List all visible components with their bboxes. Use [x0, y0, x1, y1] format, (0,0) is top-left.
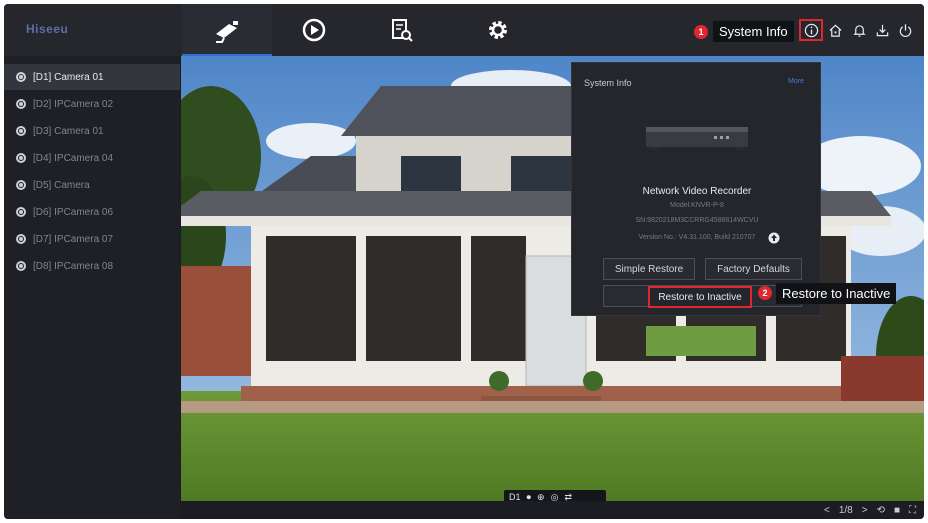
file-search-icon — [392, 19, 413, 42]
camera-item-d1[interactable]: [D1] Camera 01 — [4, 64, 180, 90]
playback-icon — [302, 18, 326, 42]
system-info-popup: System Info More Network Video Recorder … — [571, 62, 821, 316]
upgrade-icon[interactable] — [768, 232, 780, 244]
camera-label: [D4] IPCamera 04 — [33, 152, 114, 164]
camera-status-icon — [16, 72, 26, 82]
camera-status-icon — [16, 207, 26, 217]
camera-status-icon — [16, 180, 26, 190]
camera-label: [D1] Camera 01 — [33, 71, 104, 83]
restore-to-inactive-button[interactable]: Restore to Inactive — [648, 286, 752, 308]
camera-status-icon — [16, 234, 26, 244]
camera-icon — [216, 21, 238, 43]
camera-status-icon — [16, 153, 26, 163]
page-indicator: 1/8 — [838, 504, 853, 516]
device-name: Network Video Recorder — [642, 186, 752, 197]
tab-playback[interactable] — [269, 4, 359, 56]
camera-status-icon — [16, 261, 26, 271]
download-icon[interactable] — [873, 21, 891, 39]
camera-item-d4[interactable]: [D4] IPCamera 04 — [4, 145, 180, 171]
gear-icon — [489, 21, 507, 39]
camera-item-d2[interactable]: [D2] IPCamera 02 — [4, 91, 180, 117]
camera-status-icon — [16, 126, 26, 136]
top-bar: Hiseeu 1 System Info — [4, 4, 924, 56]
next-page-button[interactable]: > — [862, 505, 868, 516]
device-model: Model:KNVR-P-8 — [670, 202, 724, 209]
camera-label: [D7] IPCamera 07 — [33, 233, 114, 245]
camera-label: [D8] IPCamera 08 — [33, 260, 114, 272]
tab-settings[interactable] — [453, 4, 543, 56]
camera-label: [D6] IPCamera 06 — [33, 206, 114, 218]
device-serial: SN:9820218M3CCRRG4588814WCVU — [635, 217, 759, 224]
power-icon[interactable] — [896, 21, 914, 39]
camera-label: [D2] IPCamera 02 — [33, 98, 114, 110]
refresh-icon[interactable]: ⟲ — [877, 505, 885, 516]
factory-defaults-button[interactable]: Factory Defaults — [705, 258, 802, 280]
tab-live-view[interactable] — [182, 4, 272, 56]
callout-number-1: 1 — [694, 25, 708, 39]
device-version: Version No.: V4.31.100, Build 210707 — [638, 234, 756, 241]
pager: < 1/8 > ⟲ ■ ⛶ — [824, 501, 916, 519]
camera-item-d7[interactable]: [D7] IPCamera 07 — [4, 226, 180, 252]
camera-label: [D3] Camera 01 — [33, 125, 104, 137]
nvr-window: Hiseeu 1 System Info [D1] Camera 01 [D2]… — [4, 4, 924, 519]
brand-logo: Hiseeu — [26, 22, 69, 36]
popup-title: System Info — [584, 78, 632, 88]
home-icon[interactable] — [826, 21, 844, 39]
callout-number-2: 2 — [758, 286, 772, 300]
camera-item-d5[interactable]: [D5] Camera — [4, 172, 180, 198]
camera-item-d8[interactable]: [D8] IPCamera 08 — [4, 253, 180, 279]
camera-item-d3[interactable]: [D3] Camera 01 — [4, 118, 180, 144]
camera-status-icon — [16, 99, 26, 109]
callout-system-info: System Info — [713, 21, 794, 42]
bottom-bar: < 1/8 > ⟲ ■ ⛶ — [181, 501, 924, 519]
bell-icon[interactable] — [850, 21, 868, 39]
nvr-device-icon — [646, 127, 748, 150]
camera-item-d6[interactable]: [D6] IPCamera 06 — [4, 199, 180, 225]
callout-restore-inactive: Restore to Inactive — [776, 283, 897, 304]
layout-single-icon[interactable]: ■ — [894, 505, 900, 516]
simple-restore-button[interactable]: Simple Restore — [603, 258, 695, 280]
info-icon[interactable] — [802, 21, 820, 39]
prev-page-button[interactable]: < — [824, 505, 830, 516]
camera-list: [D1] Camera 01 [D2] IPCamera 02 [D3] Cam… — [4, 56, 180, 519]
fullscreen-icon[interactable]: ⛶ — [909, 505, 916, 516]
tab-search[interactable] — [356, 4, 446, 56]
camera-label: [D5] Camera — [33, 179, 90, 191]
more-link[interactable]: More — [788, 78, 804, 85]
